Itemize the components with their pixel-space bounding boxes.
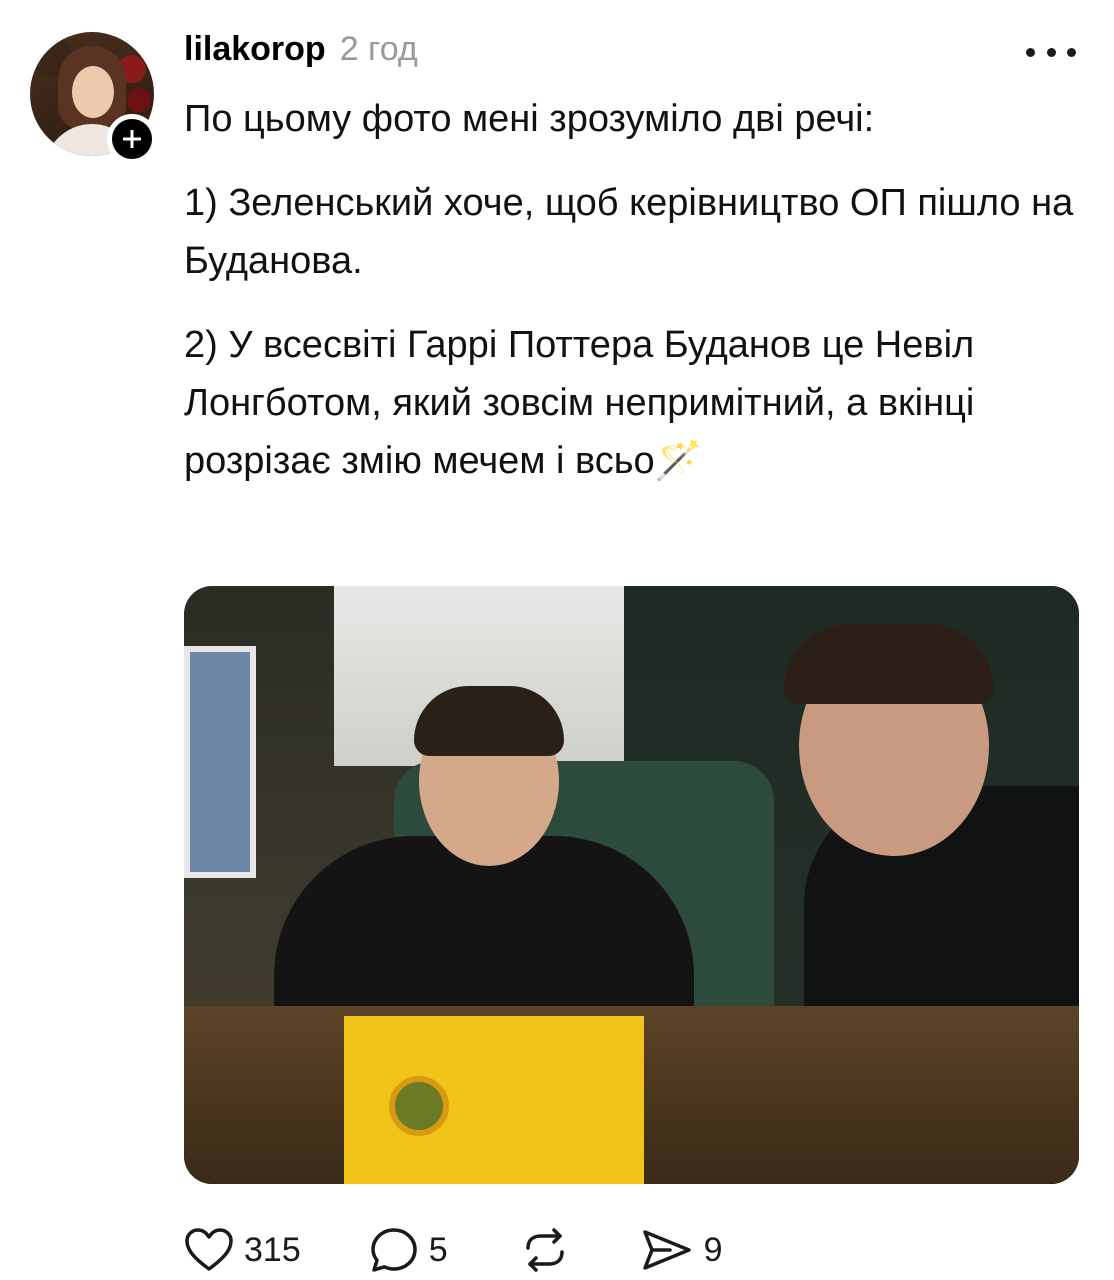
more-horizontal-icon [1067, 47, 1076, 57]
comment-icon [370, 1228, 417, 1272]
repost-icon [525, 1228, 564, 1272]
reply-button[interactable]: 5 [369, 1226, 448, 1274]
post-photo[interactable] [184, 586, 1079, 1184]
more-horizontal-icon [1026, 47, 1035, 57]
photo-folder-emblem [389, 1076, 449, 1136]
send-icon [642, 1230, 691, 1270]
plus-icon [123, 130, 141, 148]
post-text-line: 2) У всесвіті Гаррі Поттера Буданов це Н… [184, 324, 975, 482]
post-header: lilakorop 2 год [184, 30, 418, 76]
heart-icon [185, 1228, 233, 1271]
share-button[interactable]: 9 [640, 1227, 723, 1273]
post-text-line: 1) Зеленський хоче, щоб керівництво ОП п… [184, 182, 1074, 282]
post-actions: 315 5 9 [184, 1222, 723, 1278]
photo-person-right-hair [784, 624, 994, 704]
post-time: 2 год [339, 30, 418, 68]
post-text: По цьому фото мені зрозуміло дві речі: 1… [184, 90, 1084, 516]
username[interactable]: lilakorop [184, 30, 326, 69]
reply-count: 5 [428, 1230, 448, 1269]
avatar-face [72, 66, 114, 118]
like-button[interactable]: 315 [184, 1227, 301, 1273]
repost-button[interactable] [520, 1226, 570, 1274]
post-text-line: По цьому фото мені зрозуміло дві речі: [184, 98, 875, 140]
like-count: 315 [244, 1230, 301, 1269]
more-options-button[interactable] [1026, 40, 1076, 64]
photo-picture-frame [184, 646, 256, 878]
photo-person-left-hair [414, 686, 564, 756]
more-horizontal-icon [1046, 47, 1056, 57]
share-count: 9 [703, 1230, 723, 1269]
follow-button[interactable] [107, 114, 157, 164]
